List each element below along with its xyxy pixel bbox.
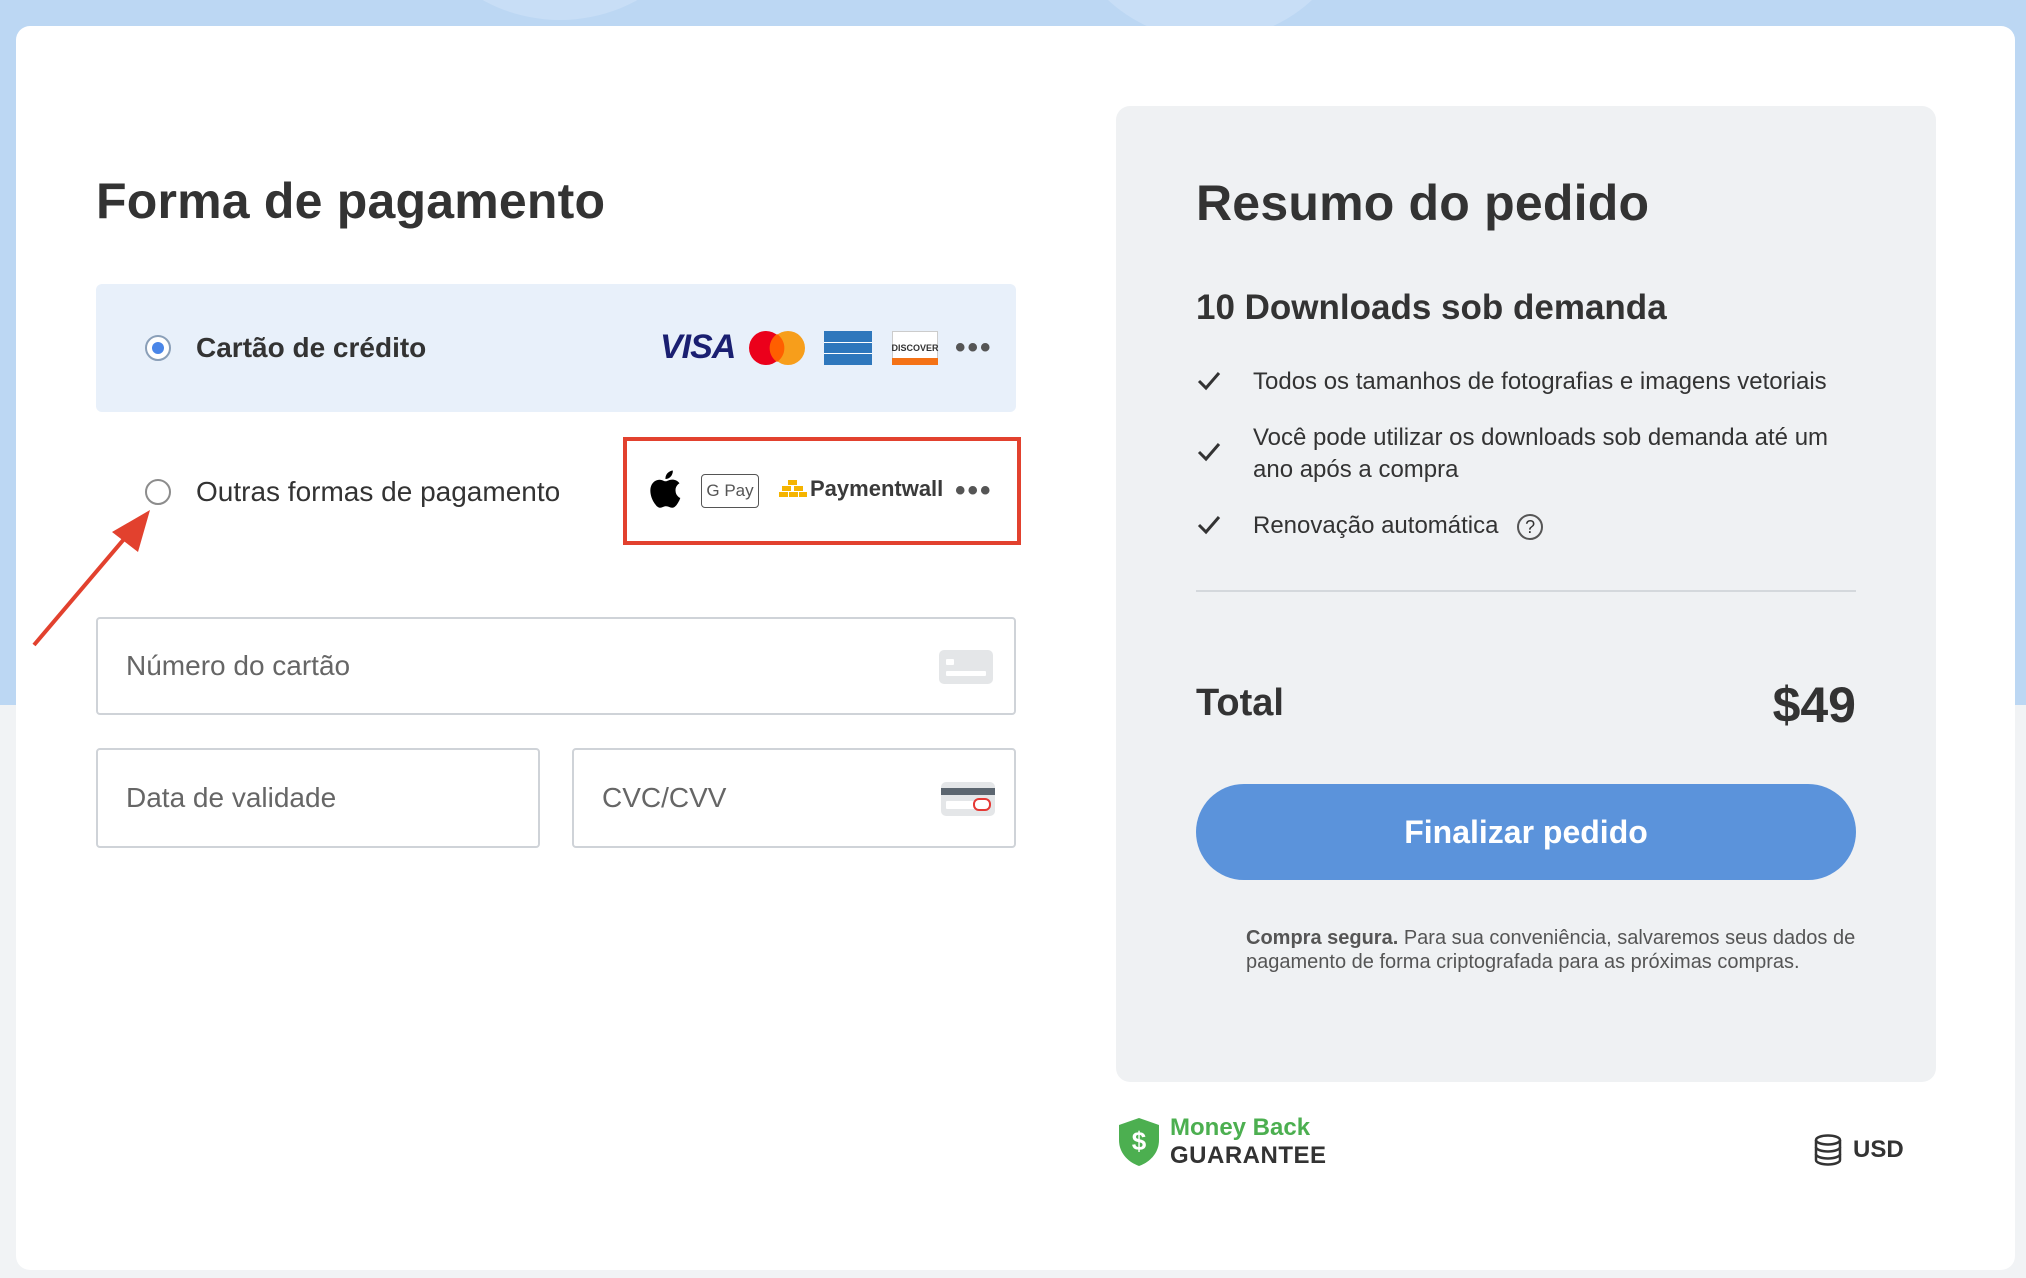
paymentwall-logo: Paymentwall xyxy=(810,476,944,501)
check-icon xyxy=(1197,372,1221,391)
american-express-icon xyxy=(824,331,872,365)
total-price: $49 xyxy=(1772,677,1856,733)
expiry-date-placeholder: Data de validade xyxy=(126,782,337,813)
feature-item: Você pode utilizar os downloads sob dema… xyxy=(1253,424,1829,483)
feature-item: Todos os tamanhos de fotografias e image… xyxy=(1253,368,1827,395)
feature-item: Renovação automática ? xyxy=(1253,510,1853,542)
cvc-placeholder: CVC/CVV xyxy=(602,782,727,813)
total-label: Total xyxy=(1196,682,1284,724)
google-pay-logo: G Pay xyxy=(701,474,759,508)
apple-icon xyxy=(650,470,681,508)
cvc-card-icon xyxy=(941,782,995,816)
help-icon[interactable]: ? xyxy=(1517,513,1544,540)
secure-purchase-bold: Compra segura. xyxy=(1246,927,1399,949)
paymentwall-icon xyxy=(779,480,807,497)
card-number-field[interactable]: Número do cartão xyxy=(96,617,1016,715)
money-back-title: Money Back xyxy=(1170,1114,1311,1141)
shield-dollar-icon: $ xyxy=(1119,1118,1159,1166)
credit-more-button[interactable]: ••• xyxy=(955,331,993,365)
currency-stack-icon xyxy=(1814,1134,1842,1166)
feature-item-label: Renovação automática xyxy=(1253,512,1499,539)
summary-divider xyxy=(1196,590,1856,592)
card-number-placeholder: Número do cartão xyxy=(126,650,351,681)
other-more-button[interactable]: ••• xyxy=(955,474,993,508)
payment-title: Forma de pagamento xyxy=(96,173,606,229)
discover-stripe xyxy=(892,358,938,365)
secure-purchase-note: Compra segura. Para sua conveniência, sa… xyxy=(1246,926,1866,974)
check-icon xyxy=(1197,443,1221,462)
google-pay-label: G Pay xyxy=(706,481,754,500)
credit-card-radio[interactable] xyxy=(145,335,171,361)
svg-text:$: $ xyxy=(1132,1126,1147,1156)
check-icon xyxy=(1197,516,1221,535)
card-icon xyxy=(939,650,993,684)
finalize-order-button[interactable]: Finalizar pedido xyxy=(1196,784,1856,880)
currency-selector[interactable]: USD xyxy=(1853,1136,1904,1164)
credit-card-label: Cartão de crédito xyxy=(196,332,427,363)
money-back-subtitle: GUARANTEE xyxy=(1170,1142,1327,1169)
cvc-field[interactable]: CVC/CVV xyxy=(572,748,1016,848)
plan-name: 10 Downloads sob demanda xyxy=(1196,288,1667,327)
expiry-date-field[interactable]: Data de validade xyxy=(96,748,540,848)
mastercard-icon xyxy=(749,331,805,365)
other-payment-label[interactable]: Outras formas de pagamento xyxy=(196,476,560,508)
summary-title: Resumo do pedido xyxy=(1196,175,1650,231)
visa-logo: VISA xyxy=(660,328,736,366)
